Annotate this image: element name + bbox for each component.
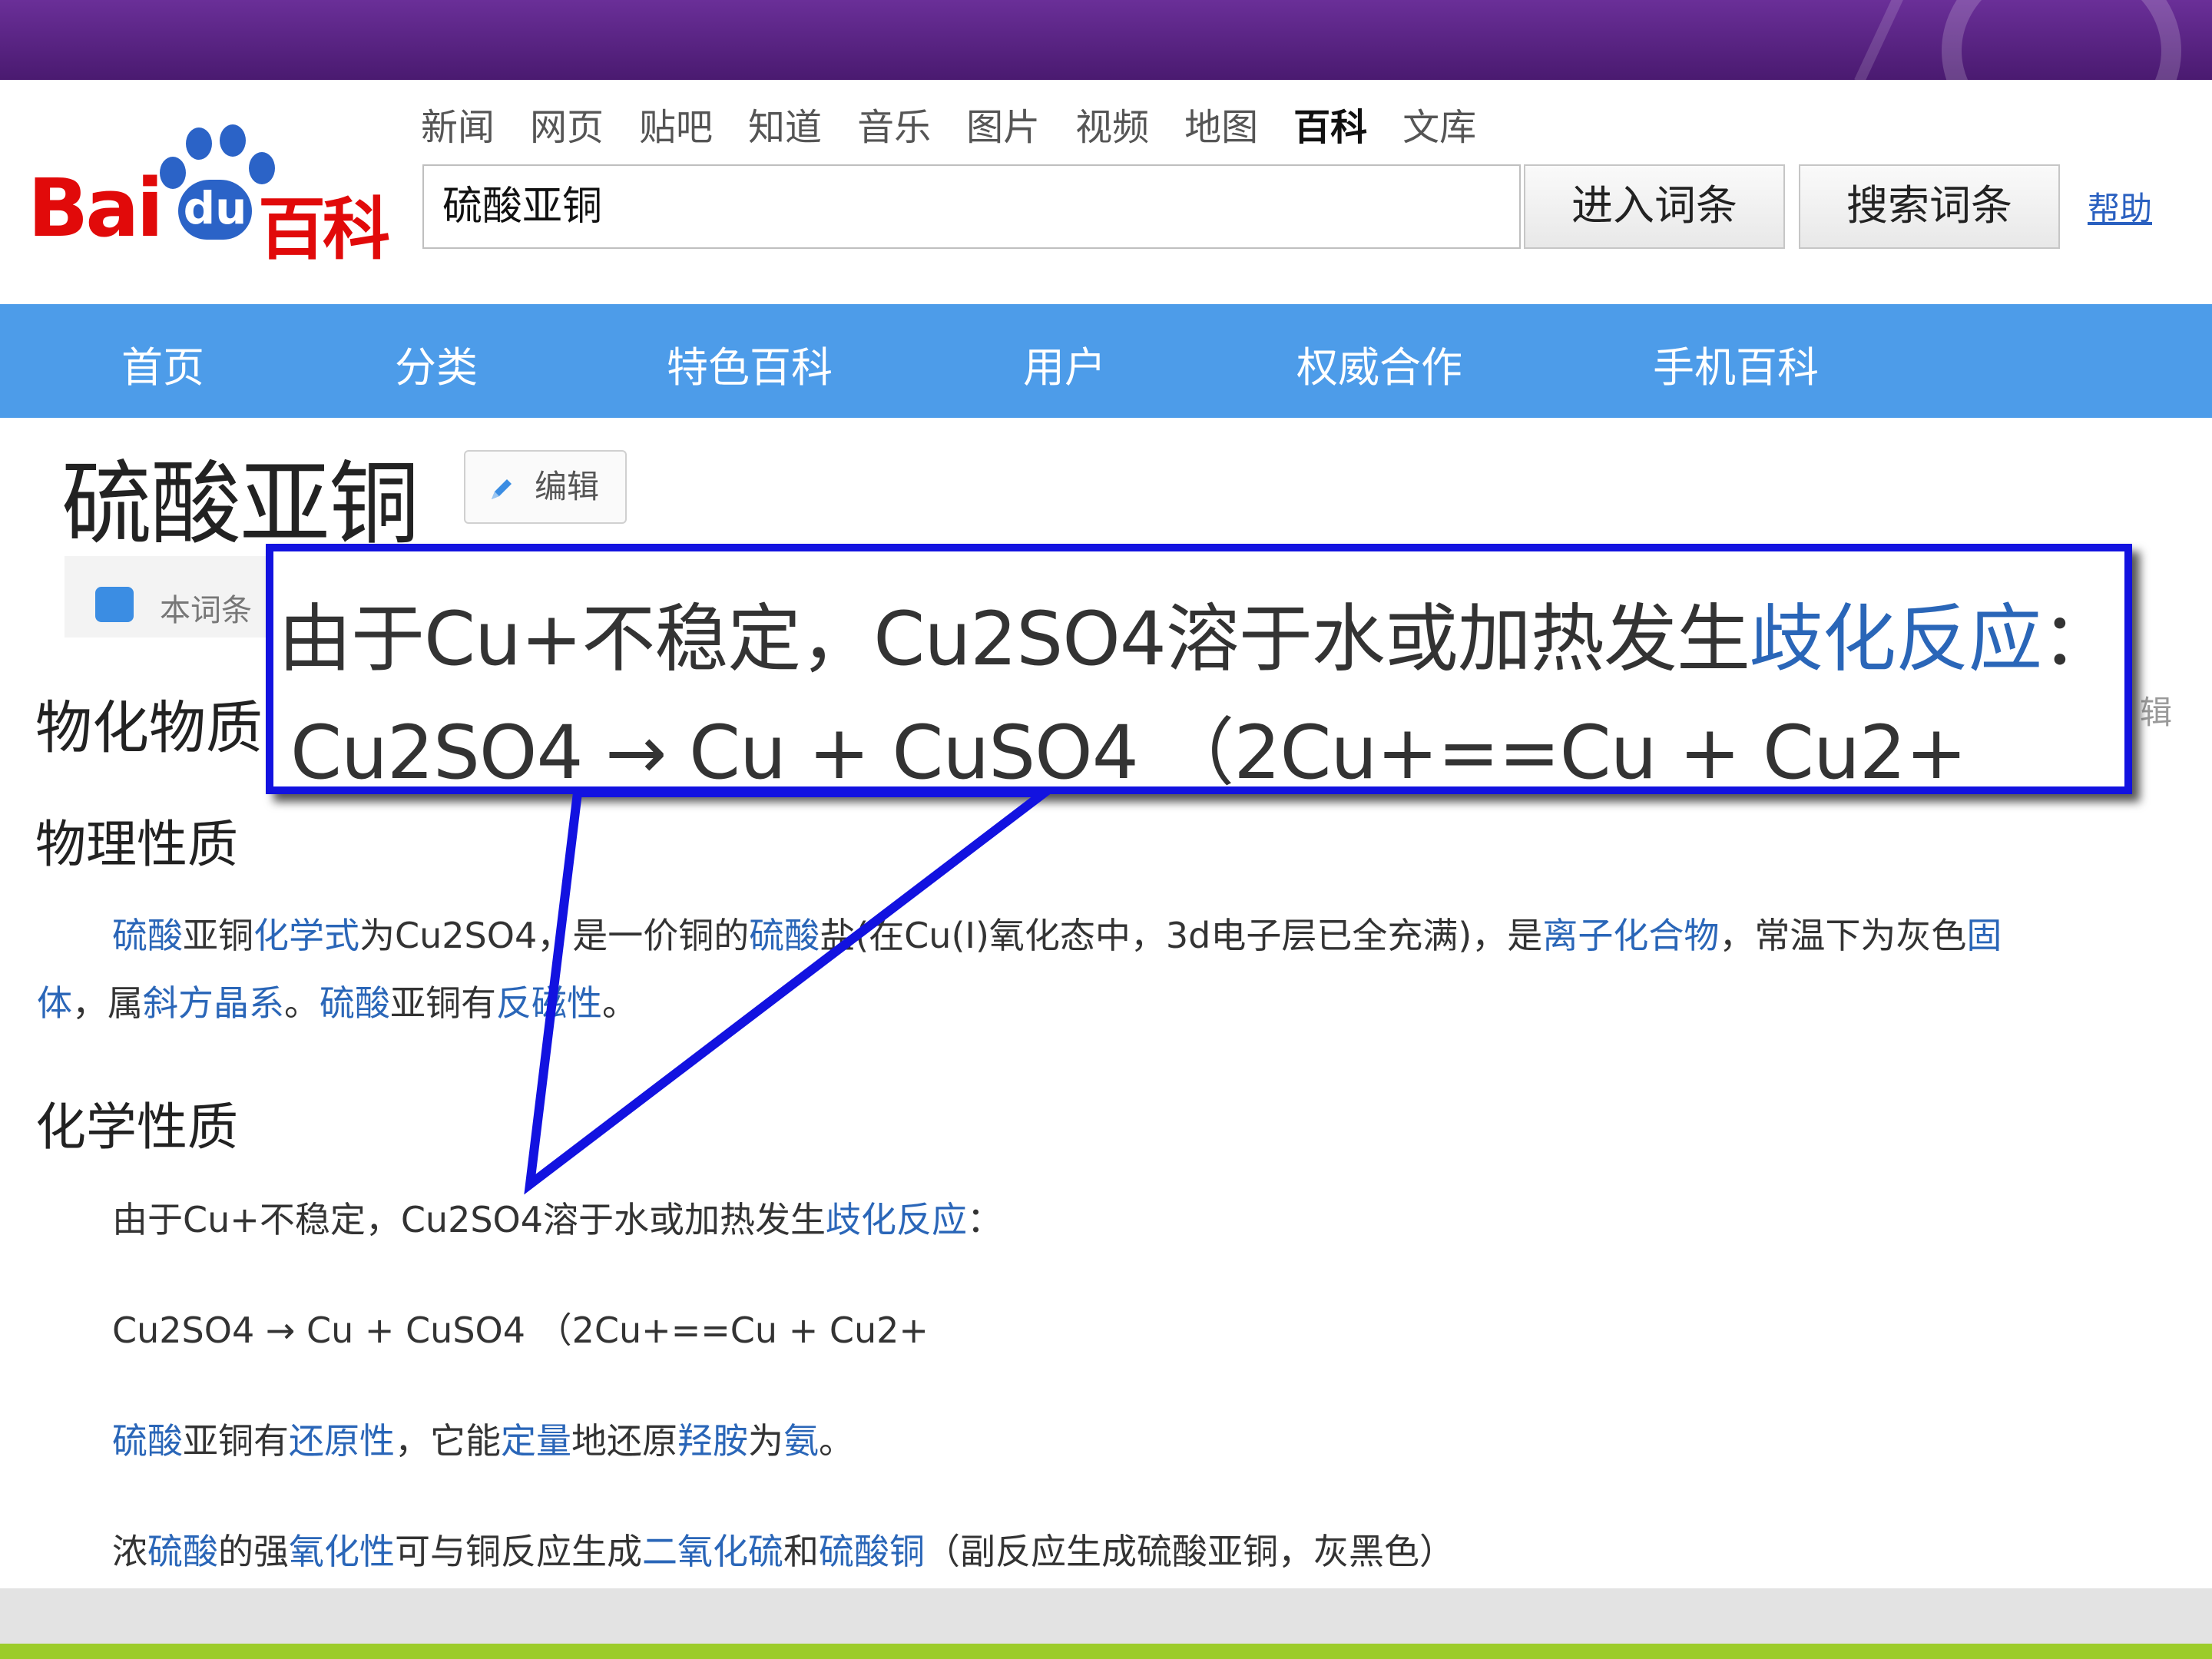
inline-text: 亚铜有 <box>390 982 496 1024</box>
inline-text: 为Cu2SO4，是一价铜的 <box>359 915 750 956</box>
enter-entry-button[interactable]: 进入词条 <box>1524 164 1785 249</box>
inline-link[interactable]: 定量 <box>501 1420 571 1462</box>
main-nav-partners[interactable]: 权威合作 <box>1296 333 1462 394</box>
inline-text: ，常温下为灰色 <box>1719 915 1967 956</box>
main-nav-home[interactable]: 首页 <box>121 333 204 394</box>
inline-text: 和 <box>783 1531 819 1572</box>
logo-du-text: du <box>178 180 252 240</box>
inline-link[interactable]: 羟胺 <box>677 1420 748 1462</box>
section-heading: 物化物质 <box>35 695 263 761</box>
nav-link-web[interactable]: 网页 <box>530 97 604 151</box>
inline-link[interactable]: 硫酸 <box>147 1531 218 1572</box>
chemical-heading: 化学性质 <box>35 1098 238 1157</box>
inline-text: 。 <box>602 982 637 1024</box>
callout-line-1: 由于Cu+不稳定，Cu2SO4溶于水或加热发生歧化反应： <box>278 579 2115 686</box>
nav-link-wenku[interactable]: 文库 <box>1402 97 1476 151</box>
inline-link[interactable]: 硫酸 <box>112 915 183 956</box>
inline-text: 盐(在Cu(I)氧化态中，3d电子层已全充满)，是 <box>820 915 1543 956</box>
inline-link[interactable]: 硫酸铜 <box>819 1531 925 1572</box>
inline-link[interactable]: 氨 <box>783 1420 819 1462</box>
inline-link[interactable]: 硫酸 <box>320 982 390 1024</box>
inline-link[interactable]: 硫酸 <box>749 915 820 956</box>
notice-icon <box>95 587 134 622</box>
chemical-paragraph-1: 由于Cu+不稳定，Cu2SO4溶于水或加热发生歧化反应： <box>112 1192 1002 1243</box>
physical-heading: 物理性质 <box>35 815 238 874</box>
top-decorative-band <box>0 0 2212 80</box>
main-nav-featured[interactable]: 特色百科 <box>667 333 833 394</box>
inline-text: 的强 <box>218 1531 289 1572</box>
notice-text: 本词条 <box>160 593 252 628</box>
inline-text: 可与铜反应生成 <box>395 1531 642 1572</box>
inline-text: （副反应生成硫酸亚铜，灰黑色） <box>925 1531 1455 1572</box>
callout-line-2: Cu2SO4 → Cu + CuSO4 （2Cu+==Cu + Cu2+ <box>290 710 1967 796</box>
inline-link[interactable]: 二氧化硫 <box>642 1531 783 1572</box>
nav-link-map[interactable]: 地图 <box>1184 97 1258 151</box>
inline-text: ： <box>967 1199 1003 1240</box>
main-nav-mobile[interactable]: 手机百科 <box>1653 333 1819 394</box>
section-edit-link[interactable]: 辑 <box>2140 687 2172 733</box>
inline-link[interactable]: 硫酸 <box>112 1420 183 1462</box>
inline-link[interactable]: 斜方晶系 <box>143 982 284 1024</box>
inline-text: 亚铜 <box>183 915 253 956</box>
nav-link-video[interactable]: 视频 <box>1075 97 1149 151</box>
inline-text: 。 <box>284 982 320 1024</box>
inline-text: ： <box>2041 596 2115 682</box>
search-input[interactable]: 硫酸亚铜 <box>422 164 1521 249</box>
product-nav: 新闻 网页 贴吧 知道 音乐 图片 视频 地图 百科 文库 <box>421 97 1476 151</box>
logo-baike-text: 百科 <box>258 190 390 269</box>
inline-link[interactable]: 固 <box>1966 915 2002 956</box>
inline-text: 地还原 <box>571 1420 677 1462</box>
help-link[interactable]: 帮助 <box>2088 183 2152 230</box>
physical-line-2: 体，属斜方晶系。硫酸亚铜有反磁性。 <box>37 975 637 1026</box>
chemical-paragraph-4: 浓硫酸的强氧化性可与铜反应生成二氧化硫和硫酸铜（副反应生成硫酸亚铜，灰黑色） <box>112 1524 1455 1575</box>
logo-bai-text: Bai <box>28 161 164 255</box>
baidu-baike-logo[interactable]: Bai du 百科 <box>28 121 390 269</box>
inline-text: 为 <box>748 1420 783 1462</box>
inline-text: ，它能 <box>395 1420 501 1462</box>
nav-link-zhidao[interactable]: 知道 <box>748 97 822 151</box>
main-nav-category[interactable]: 分类 <box>395 333 478 394</box>
edit-label: 编辑 <box>535 468 600 505</box>
inline-link[interactable]: 歧化反应 <box>1750 596 2042 682</box>
inline-link[interactable]: 反磁性 <box>496 982 602 1024</box>
inline-text: 亚铜有 <box>183 1420 289 1462</box>
edit-button[interactable]: 编辑 <box>464 450 627 524</box>
inline-text: 。 <box>819 1420 854 1462</box>
nav-link-images[interactable]: 图片 <box>966 97 1040 151</box>
inline-text: 由于Cu+不稳定，Cu2SO4溶于水或加热发生 <box>278 596 1750 682</box>
inline-text: ，属 <box>72 982 143 1024</box>
inline-link[interactable]: 离子化合物 <box>1542 915 1719 956</box>
inline-link[interactable]: 氧化性 <box>289 1531 395 1572</box>
nav-link-music[interactable]: 音乐 <box>857 97 931 151</box>
search-entry-button[interactable]: 搜索词条 <box>1799 164 2060 249</box>
nav-link-baike[interactable]: 百科 <box>1293 97 1367 151</box>
nav-link-news[interactable]: 新闻 <box>421 97 495 151</box>
chemical-paragraph-2: Cu2SO4 → Cu + CuSO4 （2Cu+==Cu + Cu2+ <box>112 1310 929 1351</box>
main-nav-bar: 首页 分类 特色百科 用户 权威合作 手机百科 <box>0 304 2212 418</box>
chemical-paragraph-3: 硫酸亚铜有还原性，它能定量地还原羟胺为氨。 <box>112 1413 854 1464</box>
pencil-icon <box>492 479 512 499</box>
nav-link-tieba[interactable]: 贴吧 <box>639 97 713 151</box>
bottom-accent-strip <box>0 1644 2212 1659</box>
magnified-callout: 由于Cu+不稳定，Cu2SO4溶于水或加热发生歧化反应： Cu2SO4 → Cu… <box>266 544 2132 796</box>
physical-line-1: 硫酸亚铜化学式为Cu2SO4，是一价铜的硫酸盐(在Cu(I)氧化态中，3d电子层… <box>112 908 2002 959</box>
main-nav-users[interactable]: 用户 <box>1023 333 1106 394</box>
inline-link[interactable]: 化学式 <box>253 915 359 956</box>
inline-link[interactable]: 体 <box>37 982 72 1024</box>
inline-text: 浓 <box>112 1531 147 1572</box>
page-title: 硫酸亚铜 <box>61 451 419 557</box>
inline-link[interactable]: 歧化反应 <box>826 1199 967 1240</box>
inline-link[interactable]: 还原性 <box>289 1420 395 1462</box>
inline-text: 由于Cu+不稳定，Cu2SO4溶于水或加热发生 <box>112 1199 826 1240</box>
